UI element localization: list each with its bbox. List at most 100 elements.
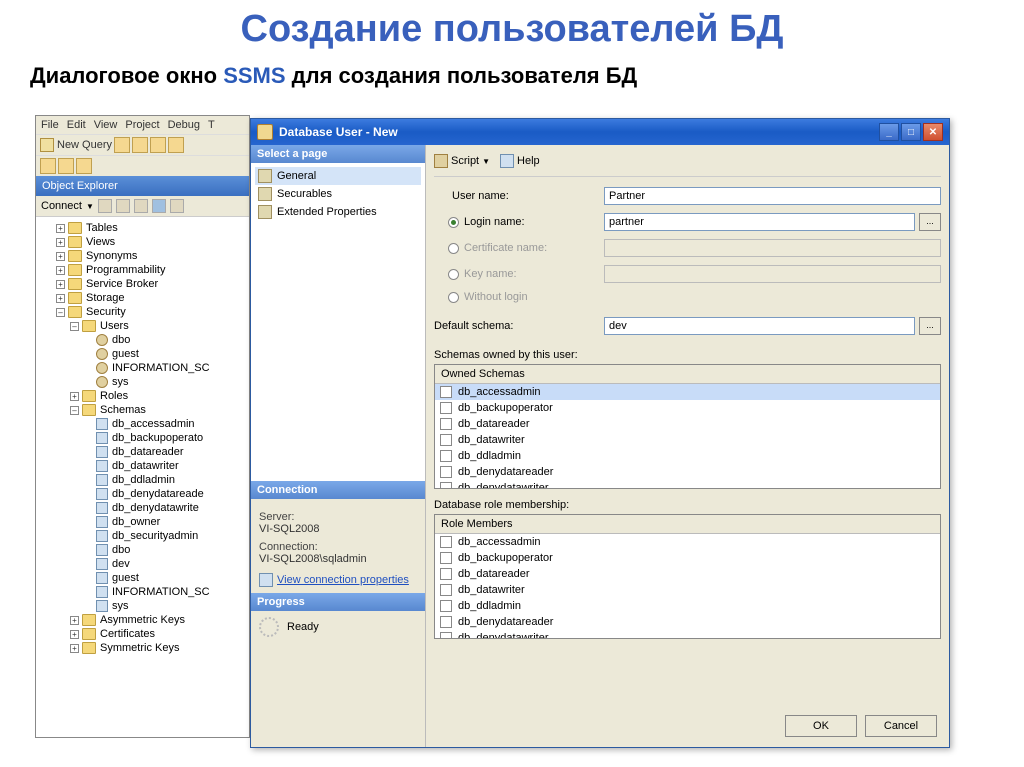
browse-login-button[interactable]: ... [919,213,941,231]
tree-item[interactable]: –Schemas [38,403,247,417]
tree-item[interactable]: dbo [38,543,247,557]
collapse-icon[interactable]: – [70,322,79,331]
tree-item[interactable]: INFORMATION_SC [38,361,247,375]
menu-debug[interactable]: Debug [168,119,200,131]
schema-row[interactable]: db_ddladmin [435,448,940,464]
page-item-general[interactable]: General [255,167,421,185]
expand-icon[interactable]: + [56,224,65,233]
tree-item[interactable]: db_backupoperato [38,431,247,445]
tree-item[interactable]: +Asymmetric Keys [38,613,247,627]
minimize-button[interactable]: _ [879,123,899,141]
menu-t[interactable]: T [208,119,215,131]
login-name-radio[interactable]: Login name: [434,216,604,228]
tree-item[interactable]: +Certificates [38,627,247,641]
checkbox[interactable] [440,450,452,462]
default-schema-input[interactable] [604,317,915,335]
role-row[interactable]: db_accessadmin [435,534,940,550]
checkbox[interactable] [440,386,452,398]
object-explorer-tree[interactable]: +Tables+Views+Synonyms+Programmability+S… [36,217,249,737]
tree-item[interactable]: –Security [38,305,247,319]
tree-item[interactable]: db_denydatareade [38,487,247,501]
script-button[interactable]: Script ▼ [434,154,490,168]
checkbox[interactable] [440,402,452,414]
role-members-rows[interactable]: db_accessadmindb_backupoperatordb_datare… [435,534,940,638]
tree-item[interactable]: db_owner [38,515,247,529]
toolbar-icon[interactable] [116,199,130,213]
checkbox[interactable] [440,434,452,446]
expand-icon[interactable]: + [70,392,79,401]
expand-icon[interactable]: + [56,252,65,261]
collapse-icon[interactable]: – [56,308,65,317]
toolbar-icon[interactable] [170,199,184,213]
tree-item[interactable]: +Symmetric Keys [38,641,247,655]
toolbar-icon[interactable] [98,199,112,213]
role-row[interactable]: db_denydatawriter [435,630,940,638]
checkbox[interactable] [440,600,452,612]
toolbar-icon[interactable] [114,137,130,153]
page-item-extended-properties[interactable]: Extended Properties [255,203,421,221]
tree-item[interactable]: dev [38,557,247,571]
checkbox[interactable] [440,536,452,548]
collapse-icon[interactable]: – [70,406,79,415]
role-row[interactable]: db_denydatareader [435,614,940,630]
schema-row[interactable]: db_denydatareader [435,464,940,480]
expand-icon[interactable]: + [56,266,65,275]
menu-file[interactable]: File [41,119,59,131]
checkbox[interactable] [440,466,452,478]
expand-icon[interactable]: + [70,630,79,639]
menu-edit[interactable]: Edit [67,119,86,131]
checkbox[interactable] [440,632,452,638]
cancel-button[interactable]: Cancel [865,715,937,737]
help-button[interactable]: Help [500,154,540,168]
role-row[interactable]: db_datawriter [435,582,940,598]
toolbar-icon[interactable] [76,158,92,174]
maximize-button[interactable]: □ [901,123,921,141]
username-input[interactable] [604,187,941,205]
role-row[interactable]: db_backupoperator [435,550,940,566]
menu-project[interactable]: Project [125,119,159,131]
expand-icon[interactable]: + [70,616,79,625]
checkbox[interactable] [440,482,452,488]
tree-item[interactable]: +Programmability [38,263,247,277]
checkbox[interactable] [440,568,452,580]
expand-icon[interactable]: + [56,280,65,289]
tree-item[interactable]: +Tables [38,221,247,235]
checkbox[interactable] [440,418,452,430]
tree-item[interactable]: db_datawriter [38,459,247,473]
toolbar-icon[interactable] [134,199,148,213]
toolbar-icon[interactable] [132,137,148,153]
connect-label[interactable]: Connect [41,200,82,212]
tree-item[interactable]: db_securityadmin [38,529,247,543]
toolbar-icon[interactable] [150,137,166,153]
tree-item[interactable]: db_datareader [38,445,247,459]
tree-item[interactable]: –Users [38,319,247,333]
dialog-titlebar[interactable]: Database User - New _ □ ✕ [251,119,949,145]
checkbox[interactable] [440,584,452,596]
toolbar-icon[interactable] [168,137,184,153]
tree-item[interactable]: guest [38,347,247,361]
tree-item[interactable]: +Views [38,235,247,249]
browse-schema-button[interactable]: ... [919,317,941,335]
schema-row[interactable]: db_datawriter [435,432,940,448]
checkbox[interactable] [440,552,452,564]
expand-icon[interactable]: + [70,644,79,653]
login-input[interactable] [604,213,915,231]
tree-item[interactable]: db_accessadmin [38,417,247,431]
schema-row[interactable]: db_datareader [435,416,940,432]
role-row[interactable]: db_ddladmin [435,598,940,614]
tree-item[interactable]: +Roles [38,389,247,403]
tree-item[interactable]: sys [38,599,247,613]
expand-icon[interactable]: + [56,294,65,303]
tree-item[interactable]: sys [38,375,247,389]
ok-button[interactable]: OK [785,715,857,737]
dropdown-icon[interactable]: ▼ [86,202,94,211]
tree-item[interactable]: +Synonyms [38,249,247,263]
tree-item[interactable]: guest [38,571,247,585]
tree-item[interactable]: +Service Broker [38,277,247,291]
tree-item[interactable]: dbo [38,333,247,347]
filter-icon[interactable] [152,199,166,213]
menu-view[interactable]: View [94,119,118,131]
owned-schemas-rows[interactable]: db_accessadmindb_backupoperatordb_datare… [435,384,940,488]
tree-item[interactable]: db_ddladmin [38,473,247,487]
page-item-securables[interactable]: Securables [255,185,421,203]
